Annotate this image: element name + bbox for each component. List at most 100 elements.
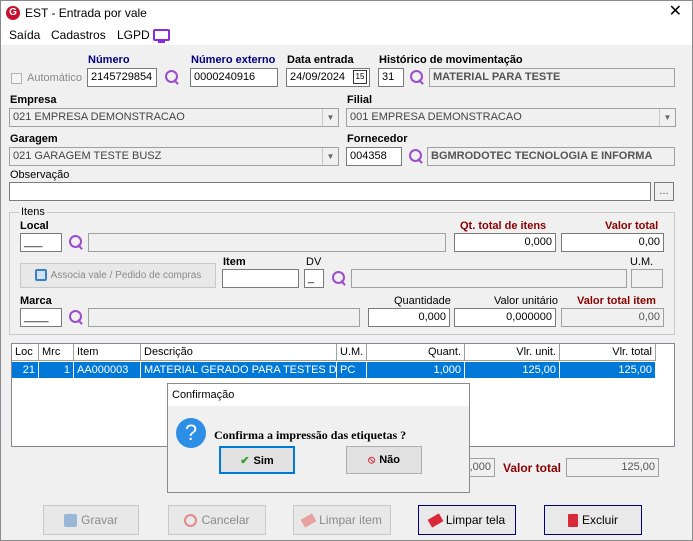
gravar-label: Gravar [81, 513, 118, 527]
monitor-icon[interactable] [153, 29, 170, 43]
empresa-select[interactable]: 021 EMPRESA DEMONSTRACAO ▼ [9, 108, 339, 127]
fornecedor-desc-field: BGMRODOTEC TECNOLOGIA E INFORMA [427, 147, 675, 166]
filial-select[interactable]: 001 EMPRESA DEMONSTRACAO ▼ [346, 108, 676, 127]
copy-icon [34, 269, 47, 282]
cancelar-label: Cancelar [201, 513, 250, 527]
garagem-label: Garagem [10, 133, 58, 145]
marca-search-icon[interactable] [68, 309, 84, 325]
um-field [631, 269, 663, 288]
col-header-loc[interactable]: Loc [12, 344, 39, 361]
close-icon[interactable]: ✕ [669, 3, 682, 21]
um-label: U.M. [630, 256, 654, 268]
app-logo-icon: G [6, 6, 20, 20]
cancel-icon [184, 514, 198, 528]
fornecedor-label: Fornecedor [347, 133, 408, 145]
chevron-down-icon: ▼ [659, 109, 675, 126]
question-icon: ? [176, 418, 206, 448]
empresa-label: Empresa [10, 94, 57, 106]
dv-label: DV [306, 256, 322, 268]
limpar-item-label: Limpar item [319, 513, 382, 527]
cell-vlr-unit: 125,00 [465, 362, 560, 378]
historico-label: Histórico de movimentação [379, 54, 523, 66]
valor-unitario-field[interactable]: 0,000000 [454, 308, 556, 327]
historico-search-icon[interactable] [409, 69, 425, 85]
item-desc-field [351, 269, 627, 288]
col-header-item[interactable]: Item [74, 344, 141, 361]
marca-field[interactable]: ____ [20, 308, 62, 327]
observacao-label: Observação [10, 169, 70, 181]
dv-field[interactable]: _ [304, 269, 324, 288]
col-header-mrc[interactable]: Mrc [39, 344, 74, 361]
associa-vale-button[interactable]: Associa vale / Pedido de compras [20, 263, 216, 288]
observacao-more-button[interactable]: ... [654, 182, 674, 201]
dialog-no-button[interactable]: ⦸ Não [346, 446, 422, 474]
main-window: G EST - Entrada por vale ✕ Saída Cadastr… [0, 0, 693, 541]
fornecedor-search-icon[interactable] [408, 148, 424, 164]
filial-value: 001 EMPRESA DEMONSTRACAO [350, 111, 522, 123]
garagem-value: 021 GARAGEM TESTE BUSZ [13, 150, 162, 162]
quantidade-label: Quantidade [394, 295, 451, 307]
excluir-button[interactable]: Excluir [544, 505, 642, 535]
dialog-no-label: Não [379, 454, 400, 466]
menu-bar: Saída Cadastros LGPD [1, 25, 692, 45]
cell-loc: 21 [12, 362, 39, 378]
observacao-field[interactable] [9, 182, 651, 201]
limpar-tela-label: Limpar tela [445, 513, 506, 527]
cancelar-button[interactable]: Cancelar [168, 505, 266, 535]
cell-descricao: MATERIAL GERADO PARA TESTES D [141, 362, 337, 378]
filial-label: Filial [347, 94, 373, 106]
col-header-vlr-unit[interactable]: Vlr. unit. [465, 344, 560, 361]
cell-mrc: 1 [39, 362, 74, 378]
menu-lgpd[interactable]: LGPD [117, 28, 150, 42]
valor-total-item-label: Valor total item [577, 295, 656, 307]
numero-search-icon[interactable] [164, 69, 180, 85]
item-field[interactable] [222, 269, 299, 288]
limpar-tela-button[interactable]: Limpar tela [418, 505, 516, 535]
col-header-descricao[interactable]: Descrição [141, 344, 337, 361]
marca-desc-field [88, 308, 360, 327]
local-search-icon[interactable] [68, 234, 84, 250]
numero-externo-field[interactable]: 0000240916 [190, 68, 278, 87]
valor-unitario-label: Valor unitário [494, 295, 558, 307]
footer-valor-total-field: 125,00 [566, 458, 659, 477]
garagem-select[interactable]: 021 GARAGEM TESTE BUSZ ▼ [9, 147, 339, 166]
item-label: Item [223, 256, 246, 268]
numero-field[interactable]: 2145729854 [87, 68, 157, 87]
automatico-checkbox[interactable] [11, 73, 22, 84]
col-header-vlr-total[interactable]: Vlr. total [560, 344, 656, 361]
local-field[interactable]: ___ [20, 233, 62, 252]
marca-label: Marca [20, 295, 52, 307]
no-icon: ⦸ [368, 454, 376, 466]
col-header-um[interactable]: U.M. [337, 344, 367, 361]
quantidade-field[interactable]: 0,000 [368, 308, 450, 327]
title-bar: G EST - Entrada por vale ✕ [1, 1, 692, 25]
floppy-icon [64, 514, 78, 528]
footer-valor-total-label: Valor total [503, 461, 562, 475]
qt-total-field: 0,000 [454, 233, 556, 252]
numero-externo-label: Número externo [191, 54, 276, 66]
qt-total-label: Qt. total de itens [460, 220, 547, 232]
item-search-icon[interactable] [331, 270, 347, 286]
calendar-icon[interactable]: 15 [353, 70, 367, 84]
cell-item: AA000003 [74, 362, 141, 378]
data-entrada-label: Data entrada [287, 54, 354, 66]
historico-code-field[interactable]: 31 [378, 68, 404, 87]
menu-saida[interactable]: Saída [9, 28, 40, 42]
valor-total-field: 0,00 [561, 233, 664, 252]
col-header-quant[interactable]: Quant. [367, 344, 465, 361]
dialog-yes-button[interactable]: ✔ Sim [219, 446, 295, 474]
trash-icon [567, 514, 578, 528]
numero-label: Número [88, 54, 130, 66]
dialog-yes-label: Sim [253, 455, 274, 467]
cell-quant: 1,000 [367, 362, 465, 378]
automatico-label: Automático [27, 72, 83, 84]
limpar-item-button[interactable]: Limpar item [293, 505, 391, 535]
local-desc-field [88, 233, 446, 252]
cell-vlr-total: 125,00 [560, 362, 656, 378]
eraser-icon [427, 513, 444, 528]
menu-cadastros[interactable]: Cadastros [51, 28, 106, 42]
cell-um: PC [337, 362, 367, 378]
gravar-button[interactable]: Gravar [43, 505, 139, 535]
fornecedor-code-field[interactable]: 004358 [346, 147, 402, 166]
historico-desc-field: MATERIAL PARA TESTE [429, 68, 675, 87]
